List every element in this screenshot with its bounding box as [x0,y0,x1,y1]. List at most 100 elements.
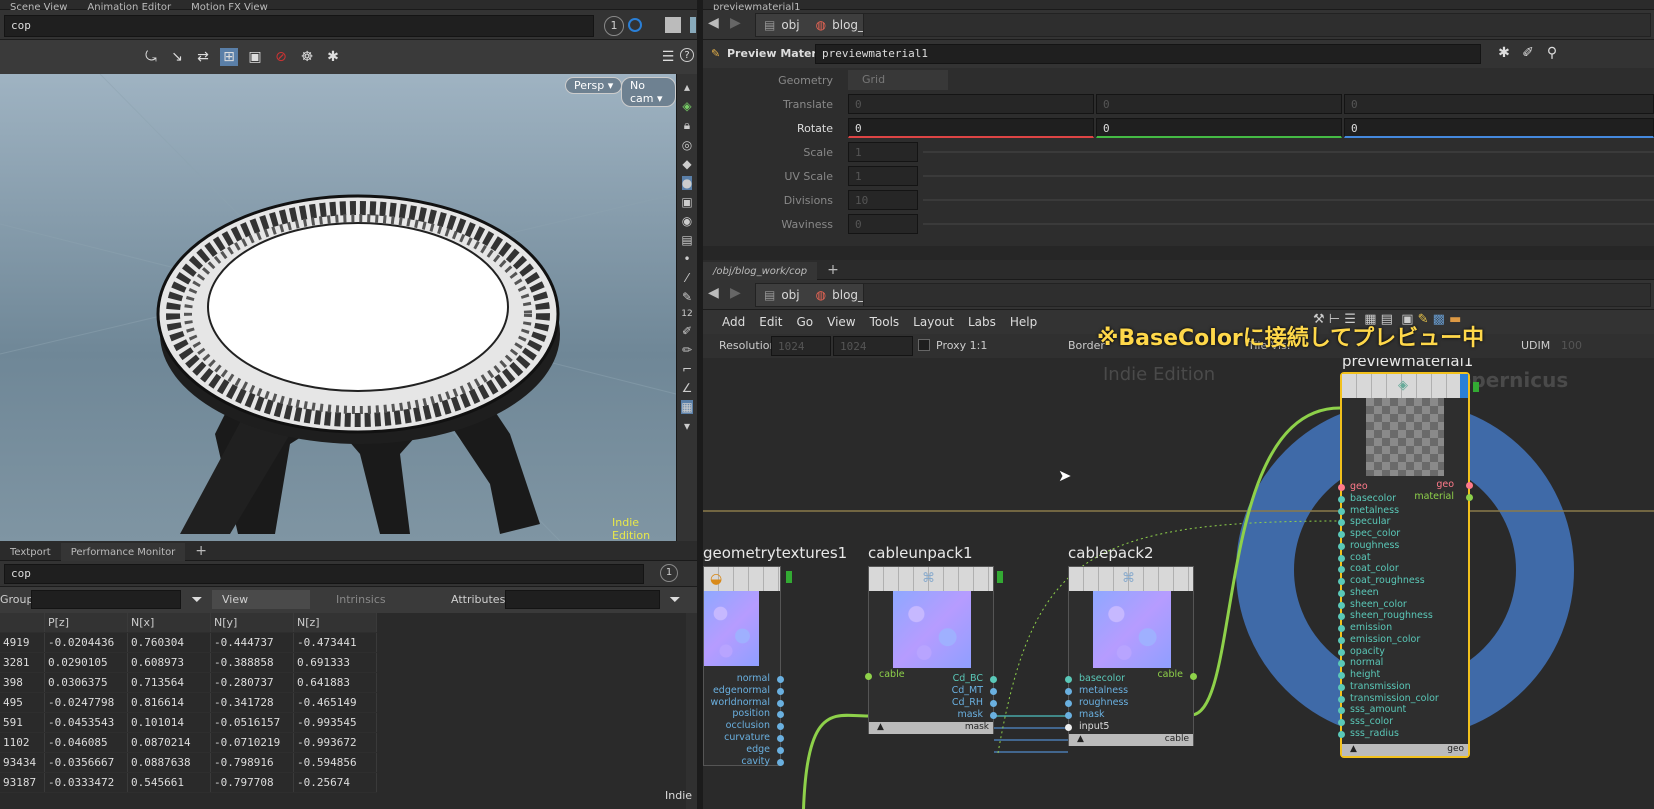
port-dot[interactable] [1065,724,1072,731]
lock-icon[interactable]: 🔒︎ [684,118,690,133]
knife-icon[interactable]: ⁄ [686,271,688,285]
rotate-y-field[interactable]: 0 [1096,118,1342,138]
network-canvas[interactable]: Indie Edition Copernicus geometrytexture… [703,358,1654,809]
scale-slider[interactable] [923,151,1654,153]
port-dot[interactable] [990,676,997,683]
uvscale-field[interactable]: 1 [848,166,918,186]
point-icon[interactable]: ◆ [682,157,691,171]
port-dot[interactable] [1338,495,1345,503]
divisions-field[interactable]: 10 [848,190,918,210]
menu-edit[interactable]: Edit [752,310,789,334]
shading-icon[interactable]: ▤ [681,233,692,247]
table-row[interactable]: 3281 0.0290105 0.608973 -0.388858 0.691333 [0,652,377,673]
proxy-checkbox[interactable] [918,339,930,351]
group-field[interactable] [31,590,181,609]
orbit-icon[interactable]: ⤿ [142,48,160,66]
translate-z-field[interactable]: 0 [1344,94,1654,114]
port-dot[interactable] [1338,730,1345,738]
tab-textport[interactable]: Textport [0,543,61,563]
port-dot[interactable] [1338,531,1345,538]
left-pin-counter[interactable]: 1 [604,16,624,36]
spreadsheet-path-field[interactable]: cop [4,564,644,584]
translate-y-field[interactable]: 0 [1096,94,1342,114]
path-field-rest[interactable] [863,13,1651,37]
link-icon[interactable] [628,18,642,32]
port-dot[interactable] [1338,507,1345,515]
column-header[interactable]: P[z] [44,613,128,633]
add-tab-icon[interactable]: + [185,541,217,561]
spreadsheet-pin-counter[interactable]: 1 [660,564,678,582]
node-pack-label[interactable]: cablepack2 [1068,544,1154,562]
port-dot[interactable] [990,688,997,695]
port-dot[interactable] [1065,676,1072,683]
port-dot[interactable] [1065,712,1072,719]
paint-icon[interactable]: ✏ [682,343,692,357]
table-row[interactable]: 591 -0.0453543 0.101014 -0.0516157 -0.993545 [0,712,377,733]
table-row[interactable]: 495 -0.0247798 0.816614 -0.341728 -0.465149 [0,692,377,713]
column-header[interactable] [0,613,45,633]
back-icon[interactable]: ◀ [708,285,719,301]
render-icon[interactable]: ☸ [298,48,316,66]
light-bulb-icon[interactable]: ● [681,176,693,190]
collapse-icon[interactable]: ▲ [1350,744,1357,754]
port-dot[interactable] [1338,484,1345,491]
divisions-slider[interactable] [923,199,1654,201]
spreadsheet-scrollbar[interactable] [686,613,697,809]
port-dot[interactable] [1338,660,1345,668]
cube-icon[interactable] [665,17,681,33]
res-height-field[interactable]: 1024 [833,336,913,356]
port-dot[interactable] [1338,601,1345,609]
port-dot[interactable] [777,676,784,683]
scroll-up-icon[interactable]: ▴ [684,80,690,94]
res-width-field[interactable]: 1024 [771,336,831,356]
port-dot[interactable] [1338,707,1345,715]
filter-icon[interactable]: ⏷ [666,591,684,609]
menu-tools[interactable]: Tools [863,310,907,334]
gear-icon[interactable]: ✱ [324,48,342,66]
texture-icon[interactable]: ▦ [681,400,693,414]
menu-help[interactable]: Help [1003,310,1044,334]
display-flag[interactable] [997,571,1003,583]
table-row[interactable]: 4919 -0.0204436 0.760304 -0.444737 -0.473441 [0,632,377,653]
left-path-field[interactable]: cop [4,15,594,37]
camera-menu[interactable]: No cam ▾ [621,77,676,107]
port-dot[interactable] [1190,673,1197,680]
snap-icon[interactable]: ⊞ [220,48,238,66]
port-dot[interactable] [777,735,784,742]
port-dot[interactable] [1065,700,1072,707]
port-dot[interactable] [1338,636,1345,644]
menu-layout[interactable]: Layout [906,310,961,334]
swap-icon[interactable]: ⇄ [194,48,212,66]
port-dot[interactable] [777,687,784,695]
node-geotex-label[interactable]: geometrytextures1 [703,544,847,562]
rotate-x-field[interactable]: 0 [848,118,1094,138]
waviness-field[interactable]: 0 [848,214,918,234]
scale-field[interactable]: 1 [848,142,918,162]
display-options-icon[interactable]: ☰ [659,48,677,66]
scroll-down-icon[interactable]: ▾ [684,419,690,433]
port-dot[interactable] [1338,519,1345,527]
port-dot[interactable] [1338,542,1345,550]
collapse-icon[interactable]: ▲ [877,722,884,732]
port-dot[interactable] [990,712,997,719]
display-flag[interactable] [786,571,792,583]
port-dot[interactable] [777,746,784,754]
node-cableunpack1[interactable]: ⌘ cable Cd_BC Cd_MT Cd_RH mask ▲ mask [865,566,997,734]
port-dot[interactable] [1338,578,1345,585]
tab-network[interactable]: /obj/blog_work/cop [703,262,818,282]
port-dot[interactable] [1338,672,1345,679]
eye-icon[interactable]: ◉ [682,214,692,228]
number-icon[interactable]: 12 [681,309,692,319]
port-dot[interactable] [1338,719,1345,726]
port-dot[interactable] [1338,625,1345,632]
table-row[interactable]: 93187 -0.0333472 0.545661 -0.797708 -0.25674 [0,772,377,793]
crumb-obj[interactable]: ▤ obj [756,284,808,306]
port-dot[interactable] [777,758,784,766]
filter-icon[interactable]: ⏷ [188,591,206,609]
angle-icon[interactable]: ∠ [682,381,693,395]
persp-menu[interactable]: Persp ▾ [565,77,623,94]
menu-labs[interactable]: Labs [961,310,1003,334]
table-row[interactable]: 398 0.0306375 0.713564 -0.280737 0.641883 [0,672,377,693]
dot-icon[interactable]: • [683,252,690,266]
node-previewmaterial1[interactable]: ◈ geo basecolor metalness specular spec_colo… [1338,372,1473,758]
